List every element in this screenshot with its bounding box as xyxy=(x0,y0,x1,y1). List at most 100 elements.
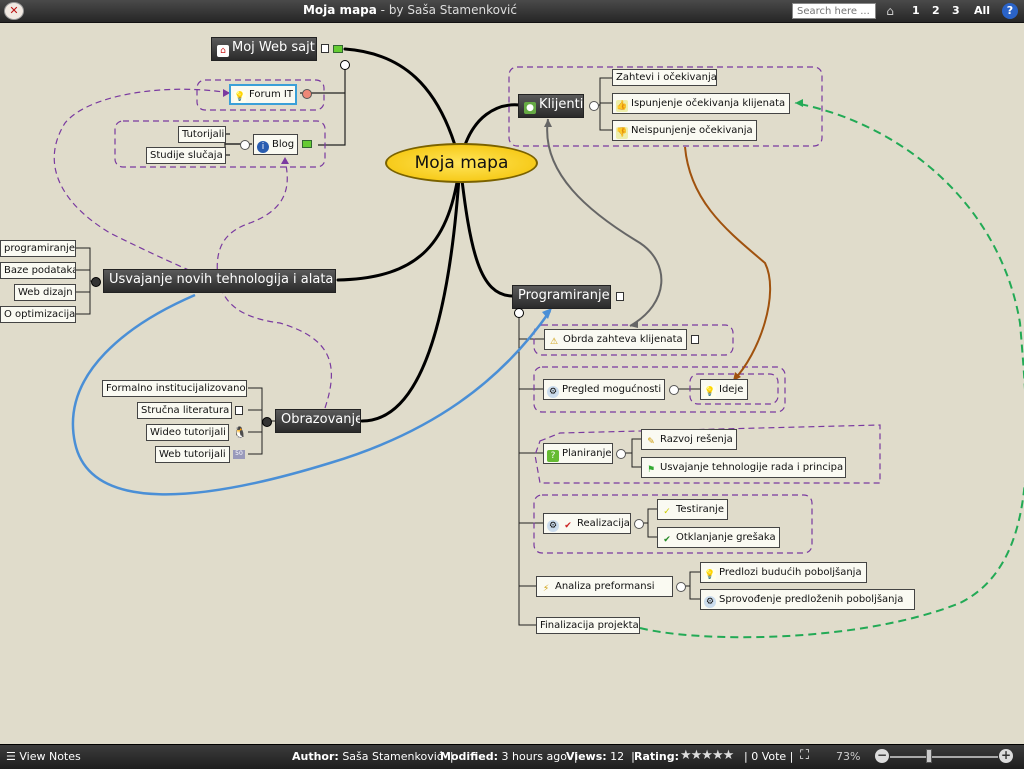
zoom-in-button[interactable]: + xyxy=(999,749,1013,763)
notes-icon[interactable] xyxy=(691,335,699,344)
node-planiranje[interactable]: ? Planiranje xyxy=(543,443,613,464)
node-obrada-zahteva[interactable]: ⚠ Obrda zahteva klijenata xyxy=(544,329,687,350)
zoom-slider-track[interactable] xyxy=(890,756,998,758)
node-predlozi[interactable]: 💡 Predlozi budućih poboljšanja xyxy=(700,562,867,583)
gear-icon: ⚙ xyxy=(704,596,716,608)
collapse-toggle[interactable] xyxy=(91,277,101,287)
node-tutorijali[interactable]: Tutorijali xyxy=(178,126,226,143)
node-usvajanje-tehnologije[interactable]: ⚑ Usvajanje tehnologije rada i principa xyxy=(641,457,846,478)
level-3-button[interactable]: 3 xyxy=(952,4,960,17)
collapse-toggle[interactable] xyxy=(676,582,686,592)
collapse-toggle[interactable] xyxy=(262,417,272,427)
fullscreen-icon[interactable]: ⛶ xyxy=(800,748,809,763)
author-label: Author: xyxy=(292,750,339,763)
view-notes-button[interactable]: ☰ View Notes xyxy=(6,750,81,763)
modified-label: Modified: xyxy=(440,750,499,763)
collapse-toggle[interactable] xyxy=(634,519,644,529)
node-razvoj-resenja[interactable]: ✎ Razvoj rešenja xyxy=(641,429,737,450)
thumbs-down-icon: 👎 xyxy=(616,127,628,139)
checkmark-icon: ✔ xyxy=(663,535,671,545)
node-label: Predlozi budućih poboljšanja xyxy=(719,567,862,578)
node-baze-podataka[interactable]: Baze podataka xyxy=(0,262,76,279)
branch-programiranje xyxy=(458,161,514,298)
node-web-dizajn[interactable]: Web dizajn xyxy=(14,284,76,301)
node-pregled-mogucnosti[interactable]: ⚙ Pregled mogućnosti xyxy=(543,379,665,400)
collapse-toggle[interactable] xyxy=(340,60,350,70)
home-icon: ⌂ xyxy=(217,45,229,57)
home-icon[interactable]: ⌂ xyxy=(882,4,898,18)
node-label: Razvoj rešenja xyxy=(660,434,733,445)
notes-icon[interactable] xyxy=(235,406,243,415)
node-web-tutorijali[interactable]: Web tutorijali xyxy=(155,446,230,463)
node-obrazovanje[interactable]: Obrazovanje xyxy=(275,409,361,433)
author-value: Saša Stamenković xyxy=(342,750,443,763)
central-node[interactable]: Moja mapa xyxy=(385,143,538,183)
collapse-toggle[interactable] xyxy=(589,101,599,111)
node-moj-web-sajt[interactable]: ⌂ Moj Web sajt xyxy=(211,37,317,61)
zoom-slider-thumb[interactable] xyxy=(926,749,932,763)
search-input[interactable] xyxy=(792,3,876,19)
node-realizacija[interactable]: ⚙ ✔ Realizacija xyxy=(543,513,631,534)
node-blog[interactable]: i Blog xyxy=(253,134,298,155)
lightbulb-icon: 💡 xyxy=(704,569,716,581)
node-formalno[interactable]: Formalno institucijalizovano xyxy=(102,380,247,397)
node-strucna-literatura[interactable]: Stručna literatura xyxy=(137,402,232,419)
node-programiranje[interactable]: Programiranje xyxy=(512,285,611,309)
node-programiranje-left[interactable]: programiranje xyxy=(0,240,76,257)
node-otklanjanje[interactable]: ✔ Otklanjanje grešaka xyxy=(657,527,780,548)
expand-toggle[interactable] xyxy=(302,89,312,99)
votes-info: | 0 Vote | xyxy=(744,750,794,763)
node-klijenti[interactable]: ● Klijenti xyxy=(518,94,584,118)
list-icon: ☰ xyxy=(6,750,16,763)
node-label: Ispunjenje očekivanja klijenata xyxy=(631,98,786,109)
flag-icon: ⚑ xyxy=(646,465,656,475)
node-ispunjenje[interactable]: 👍 Ispunjenje očekivanja klijenata xyxy=(612,93,790,114)
collapse-toggle[interactable] xyxy=(669,385,679,395)
thumbs-up-icon: 👍 xyxy=(616,100,628,112)
views-value: 12 xyxy=(610,750,625,763)
view-notes-label: View Notes xyxy=(19,750,81,763)
notes-icon[interactable] xyxy=(321,44,329,53)
node-label: Sprovođenje predloženih poboljšanja xyxy=(719,594,904,605)
link-icon[interactable] xyxy=(302,140,312,148)
node-wideo-tutorijali[interactable]: Wideo tutorijali xyxy=(146,424,229,441)
node-studije-slucaja[interactable]: Studije slučaja xyxy=(146,147,226,164)
notes-icon[interactable] xyxy=(616,292,624,301)
collapse-toggle[interactable] xyxy=(616,449,626,459)
node-label: Blog xyxy=(272,139,295,150)
node-neispunjenje[interactable]: 👎 Neispunjenje očekivanja xyxy=(612,120,757,141)
modified-info: Modified: 3 hours ago | xyxy=(440,750,578,763)
node-analiza-preformansi[interactable]: ⚡ Analiza preformansi xyxy=(536,576,673,597)
user-icon: ● xyxy=(524,102,536,114)
node-optimizacija[interactable]: O optimizacija xyxy=(0,306,76,323)
collapse-toggle[interactable] xyxy=(514,308,524,318)
node-finalizacija[interactable]: Finalizacija projekta xyxy=(536,617,640,634)
checkmark-icon: ✓ xyxy=(663,507,671,517)
rating-stars[interactable]: ★★★★★ xyxy=(680,748,734,763)
node-usvajanje[interactable]: Usvajanje novih tehnologija i alata xyxy=(103,269,336,293)
node-forum-it[interactable]: 💡 Forum IT xyxy=(229,84,297,105)
node-label: Usvajanje tehnologije rada i principa xyxy=(660,462,844,473)
link-icon[interactable] xyxy=(333,45,343,53)
collapse-toggle[interactable] xyxy=(240,140,250,150)
level-1-button[interactable]: 1 xyxy=(912,4,920,17)
gear-icon: ⚙ xyxy=(547,386,559,398)
map-byline: - by Saša Stamenković xyxy=(376,3,517,17)
node-label: Realizacija xyxy=(577,518,630,529)
node-ideje[interactable]: 💡 Ideje xyxy=(700,379,748,400)
node-label: Analiza preformansi xyxy=(555,581,655,592)
node-testiranje[interactable]: ✓ Testiranje xyxy=(657,499,728,520)
mind-map-canvas[interactable]: Moja mapa ⌂ Moj Web sajt 💡 Forum IT Tutori… xyxy=(0,23,1024,744)
zoom-out-button[interactable]: − xyxy=(875,749,889,763)
node-label: Ideje xyxy=(719,384,744,395)
tag-icon: 50 xyxy=(233,450,245,459)
level-2-button[interactable]: 2 xyxy=(932,4,940,17)
node-label: Otklanjanje grešaka xyxy=(676,532,776,543)
node-label: Neispunjenje očekivanja xyxy=(631,125,753,136)
help-icon[interactable]: ? xyxy=(1002,3,1018,19)
info-icon: i xyxy=(257,141,269,153)
level-all-button[interactable]: All xyxy=(974,4,990,17)
node-zahtevi[interactable]: Zahtevi i očekivanja xyxy=(612,69,717,86)
node-label: Forum IT xyxy=(249,89,293,100)
node-sprovodjenje[interactable]: ⚙ Sprovođenje predloženih poboljšanja xyxy=(700,589,915,610)
